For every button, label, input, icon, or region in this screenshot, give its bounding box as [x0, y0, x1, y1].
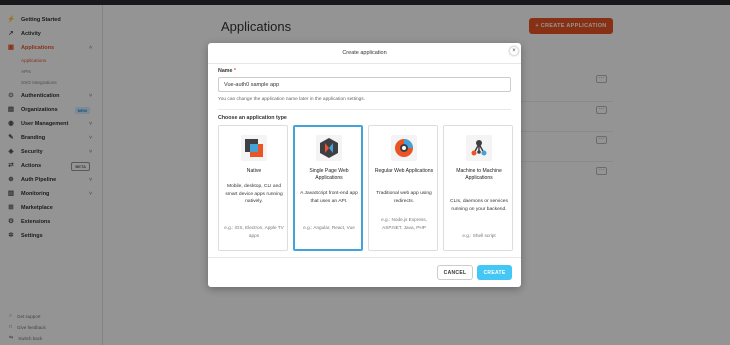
card-example: e.g.: iOS, Electron, Apple TV apps [224, 225, 284, 238]
app-type-label: Choose an application type [218, 115, 287, 121]
divider [208, 257, 521, 258]
name-label: Name * [218, 68, 236, 74]
card-title: Machine to Machine Applications [456, 168, 502, 181]
card-example: e.g.: Shell script [462, 233, 496, 238]
dialog-title: Create application [208, 43, 521, 64]
native-icon [241, 135, 267, 161]
m2m-icon [466, 135, 492, 161]
card-title: Regular Web Applications [374, 168, 434, 174]
card-title: Single Page Web Applications [309, 168, 349, 181]
app-type-card-regular-web[interactable]: Regular Web Applications Traditional web… [368, 125, 438, 251]
cancel-button[interactable]: CANCEL [437, 265, 473, 280]
close-icon[interactable]: × [509, 46, 519, 56]
app-type-cards: Native Mobile, desktop, CLI and smart de… [218, 125, 513, 251]
app-type-card-spa[interactable]: Single Page Web Applications A JavaScrip… [293, 125, 363, 251]
regular-web-icon [391, 135, 417, 161]
name-help-text: You can change the application name late… [218, 97, 366, 102]
required-asterisk: * [233, 68, 236, 74]
card-title: Native [246, 168, 262, 174]
app-type-card-m2m[interactable]: Machine to Machine Applications CLIs, da… [443, 125, 513, 251]
divider [218, 109, 511, 110]
card-description: A JavaScript front-end app that uses an … [300, 191, 358, 204]
card-description: CLIs, daemons or services running on you… [450, 199, 508, 212]
spa-icon [316, 135, 342, 161]
card-example: e.g.: Node.js Express, ASP.NET, Java, PH… [381, 217, 427, 230]
application-name-input[interactable] [218, 77, 511, 92]
card-description: Traditional web app using redirects. [376, 191, 432, 204]
create-application-dialog: Create application × Name * You can chan… [208, 43, 521, 287]
card-description: Mobile, desktop, CLI and smart device ap… [225, 184, 283, 204]
create-button[interactable]: CREATE [477, 265, 512, 280]
app-type-card-native[interactable]: Native Mobile, desktop, CLI and smart de… [218, 125, 288, 251]
card-example: e.g.: Angular, React, Vue [303, 225, 355, 230]
